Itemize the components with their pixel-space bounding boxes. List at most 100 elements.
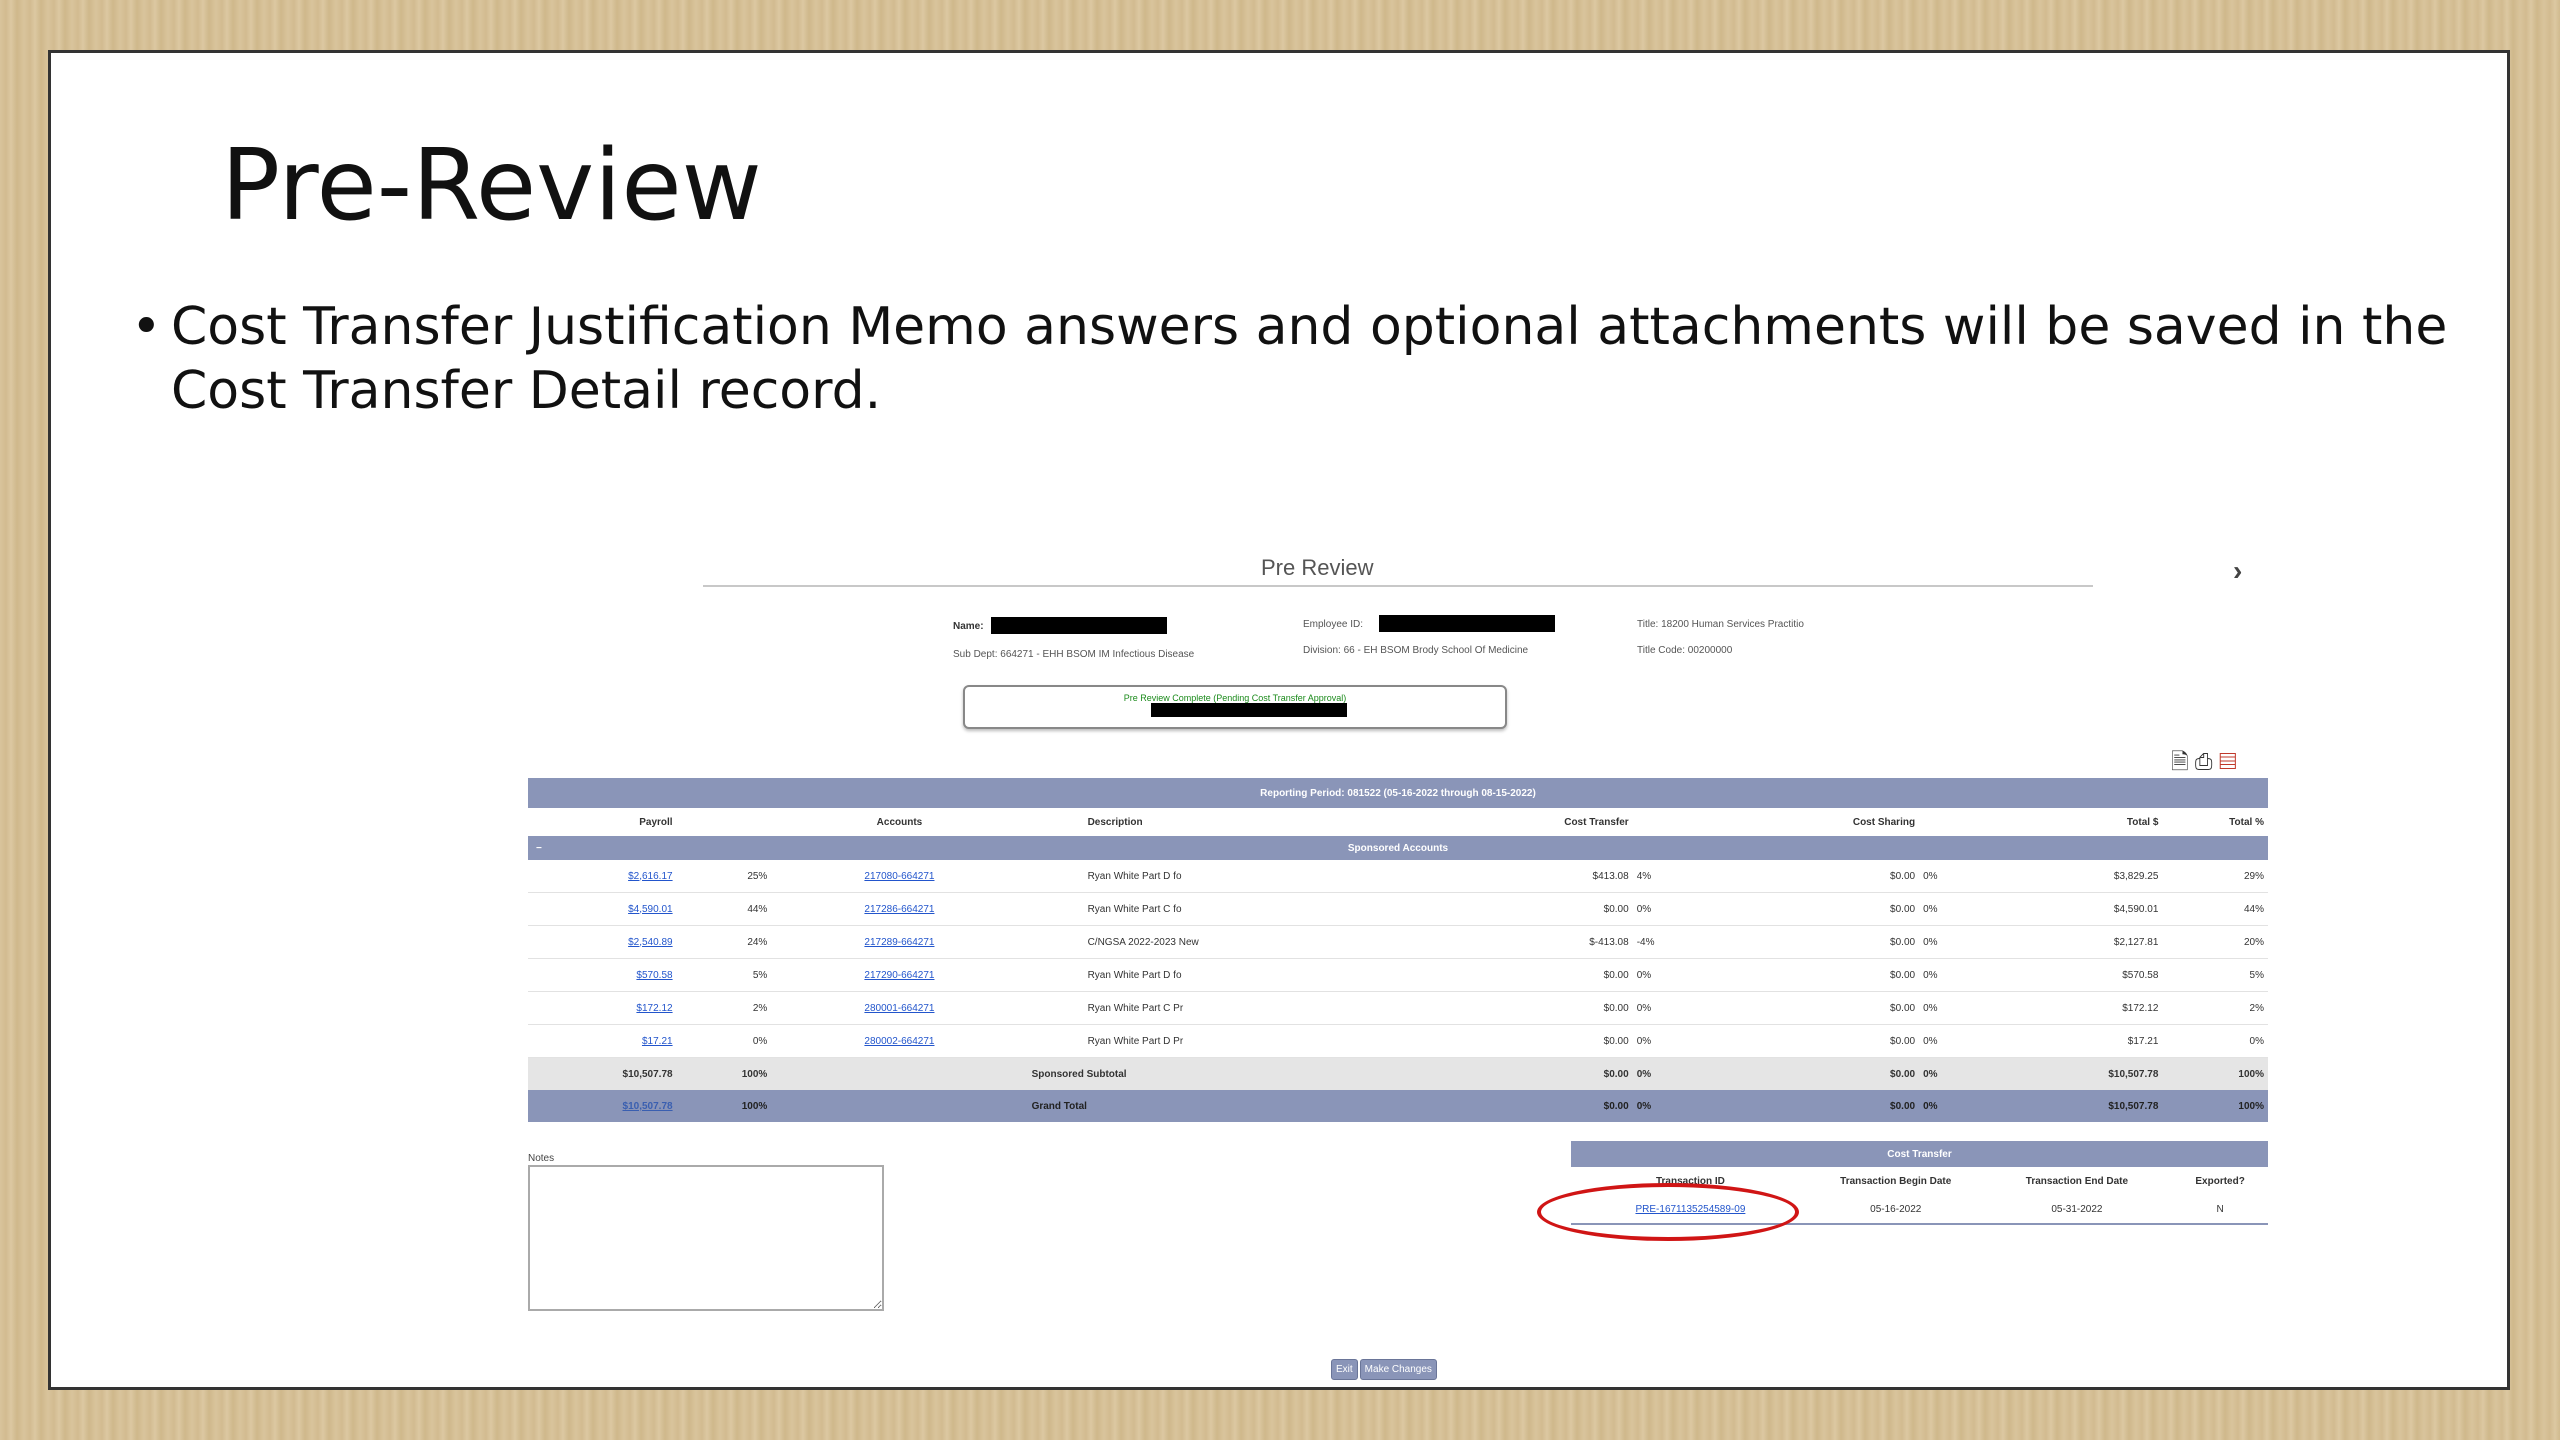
grand-total-cs: $0.00	[1705, 1090, 1920, 1122]
cost-sharing-pct: 0%	[1919, 991, 1993, 1025]
account-link[interactable]: 217289-664271	[864, 937, 934, 948]
account-link[interactable]: 217080-664271	[864, 871, 934, 882]
grand-total-pct: 100%	[676, 1090, 772, 1122]
payroll-pct: 44%	[676, 892, 772, 926]
grand-total-cs-pct: 0%	[1919, 1090, 1993, 1122]
ct-col-begin-date: Transaction Begin Date	[1840, 1175, 1952, 1187]
account-link[interactable]: 280002-664271	[864, 1036, 934, 1047]
button-bar: Exit Make Changes	[1331, 1359, 1439, 1380]
cost-sharing: $0.00	[1705, 860, 1920, 893]
account-link[interactable]: 217290-664271	[864, 970, 934, 981]
cost-sharing-pct: 0%	[1919, 925, 1993, 959]
grand-total-total: $10,507.78	[1992, 1090, 2163, 1122]
ct-begin-date: 05-16-2022	[1809, 1195, 1982, 1225]
sub-dept: Sub Dept: 664271 - EHH BSOM IM Infectiou…	[953, 649, 1195, 660]
redacted-name	[991, 617, 1167, 634]
subtotal-ct: $0.00	[1397, 1057, 1633, 1090]
col-total-dollars: Total $	[2126, 816, 2159, 828]
cost-transfer-title: Cost Transfer	[1571, 1141, 2268, 1167]
description: C/NGSA 2022-2023 New	[1027, 925, 1398, 959]
division: Division: 66 - EH BSOM Brody School Of M…	[1303, 645, 1529, 656]
collapse-toggle[interactable]: −	[536, 843, 542, 854]
account-link[interactable]: 217286-664271	[864, 904, 934, 915]
grand-total-label: Grand Total	[1027, 1090, 1398, 1122]
title-divider	[703, 585, 2093, 587]
subtotal-payroll: $10,507.78	[528, 1057, 677, 1090]
history-icon[interactable]: 🗎	[2171, 749, 2189, 774]
chevron-right-icon[interactable]: ›	[2233, 555, 2242, 587]
cost-transfer-pct: 0%	[1632, 991, 1706, 1025]
account-link[interactable]: 280001-664271	[864, 1003, 934, 1014]
cost-transfer-pct: 0%	[1632, 892, 1706, 926]
cost-sharing-pct: 0%	[1919, 860, 1993, 893]
col-cost-transfer: Cost Transfer	[1564, 816, 1629, 828]
cost-transfer-pct: 4%	[1632, 860, 1706, 893]
col-cost-sharing: Cost Sharing	[1852, 816, 1916, 828]
notes-textarea[interactable]	[528, 1165, 884, 1311]
description: Ryan White Part D fo	[1027, 860, 1398, 893]
grand-total-row: $10,507.78 100% Grand Total $0.00 0% $0.…	[528, 1090, 2268, 1122]
payroll-table: Reporting Period: 081522 (05-16-2022 thr…	[528, 778, 2268, 1122]
bullet-text: Cost Transfer Justification Memo answers…	[171, 297, 2448, 421]
cost-sharing-pct: 0%	[1919, 1024, 1993, 1058]
total-dollars: $570.58	[1992, 958, 2163, 992]
payroll-link[interactable]: $17.21	[642, 1036, 673, 1047]
notes-label: Notes	[528, 1153, 555, 1164]
exit-button[interactable]: Exit	[1331, 1359, 1358, 1380]
subtotal-label: Sponsored Subtotal	[1027, 1057, 1398, 1090]
subtotal-cs: $0.00	[1705, 1057, 1920, 1090]
grand-total-payroll-link[interactable]: $10,507.78	[623, 1101, 673, 1112]
subtotal-total-pct: 100%	[2162, 1057, 2268, 1090]
col-accounts: Accounts	[876, 816, 923, 828]
ct-exported: N	[2172, 1195, 2268, 1225]
payroll-pct: 24%	[676, 925, 772, 959]
bullet-symbol: •	[131, 297, 162, 357]
cost-sharing-pct: 0%	[1919, 892, 1993, 926]
total-dollars: $2,127.81	[1992, 925, 2163, 959]
cost-transfer: $-413.08	[1397, 925, 1633, 959]
ct-col-end-date: Transaction End Date	[2025, 1175, 2129, 1187]
grand-total-ct: $0.00	[1397, 1090, 1633, 1122]
payroll-link[interactable]: $570.58	[636, 970, 672, 981]
table-row: $570.58 5% 217290-664271 Ryan White Part D …	[528, 958, 2268, 992]
title-code: Title Code: 00200000	[1637, 645, 1733, 656]
payroll-pct: 2%	[676, 991, 772, 1025]
payroll-pct: 0%	[676, 1024, 772, 1058]
cost-sharing-pct: 0%	[1919, 958, 1993, 992]
cost-sharing: $0.00	[1705, 892, 1920, 926]
description: Ryan White Part C fo	[1027, 892, 1398, 926]
table-row: $172.12 2% 280001-664271 Ryan White Part C …	[528, 991, 2268, 1025]
payroll-link[interactable]: $4,590.01	[628, 904, 673, 915]
total-percent: 29%	[2162, 860, 2268, 893]
col-description: Description	[1087, 816, 1143, 828]
status-text: Pre Review Complete (Pending Cost Transf…	[1123, 693, 1347, 703]
payroll-link[interactable]: $172.12	[636, 1003, 672, 1014]
job-title: Title: 18200 Human Services Practitio	[1637, 619, 1804, 630]
total-percent: 5%	[2162, 958, 2268, 992]
table-row: $17.21 0% 280002-664271 Ryan White Part D P…	[528, 1024, 2268, 1058]
subtotal-cs-pct: 0%	[1919, 1057, 1993, 1090]
total-percent: 20%	[2162, 925, 2268, 959]
cost-transfer: $0.00	[1397, 892, 1633, 926]
cost-transfer: $0.00	[1397, 958, 1633, 992]
employee-id-label: Employee ID:	[1303, 619, 1364, 630]
status-box: Pre Review Complete (Pending Cost Transf…	[963, 685, 1507, 729]
redacted-employee-id	[1379, 615, 1555, 632]
cost-sharing: $0.00	[1705, 1024, 1920, 1058]
pdf-icon[interactable]: ▤	[2219, 749, 2237, 774]
table-row: $4,590.01 44% 217286-664271 Ryan White Part…	[528, 892, 2268, 926]
description: Ryan White Part D Pr	[1027, 1024, 1398, 1058]
total-percent: 0%	[2162, 1024, 2268, 1058]
payroll-link[interactable]: $2,540.89	[628, 937, 673, 948]
col-total-percent: Total %	[2229, 816, 2264, 828]
cost-sharing: $0.00	[1705, 958, 1920, 992]
make-changes-button[interactable]: Make Changes	[1359, 1359, 1437, 1380]
payroll-link[interactable]: $2,616.17	[628, 871, 673, 882]
cost-transfer-pct: 0%	[1632, 1024, 1706, 1058]
highlight-circle	[1537, 1183, 1799, 1241]
section-sponsored-accounts: − Sponsored Accounts	[528, 836, 2268, 860]
reporting-period: Reporting Period: 081522 (05-16-2022 thr…	[528, 778, 2268, 808]
print-icon[interactable]: ⎙	[2195, 749, 2213, 774]
embedded-screenshot: Pre Review › Name: Sub Dept: 664271 - EH…	[471, 493, 2291, 1413]
total-percent: 44%	[2162, 892, 2268, 926]
